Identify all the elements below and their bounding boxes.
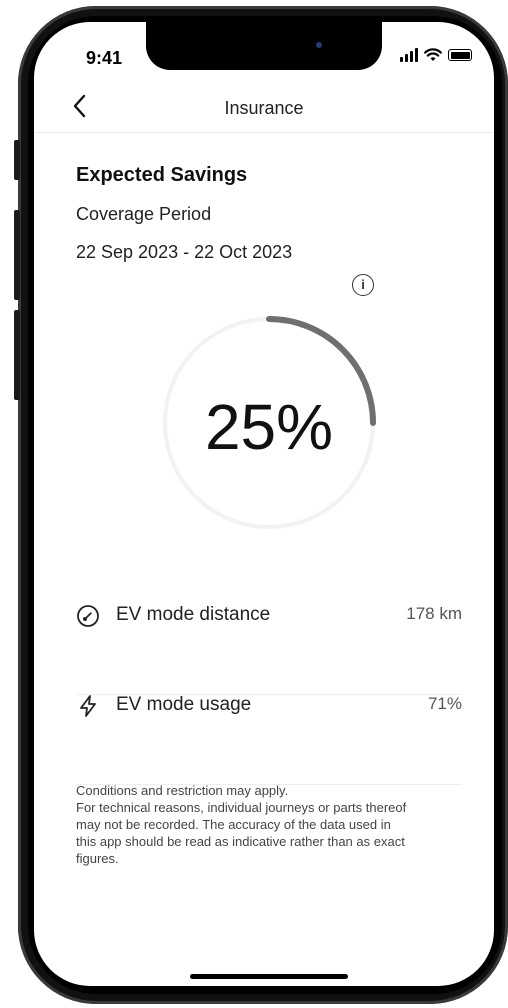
signal-icon <box>400 48 418 62</box>
lightning-icon <box>80 695 96 717</box>
status-icons <box>400 48 472 62</box>
metric-row-ev-usage: EV mode usage 71% <box>76 694 462 785</box>
volume-down-button <box>14 310 20 400</box>
battery-icon <box>448 49 472 61</box>
metric-row-ev-distance: EV mode distance 178 km <box>76 604 462 695</box>
disclaimer-line: Conditions and restriction may apply. <box>76 783 289 798</box>
page-title: Insurance <box>224 98 304 118</box>
metric-label: EV mode distance <box>116 604 271 625</box>
disclaimer-line: this app should be read as indicative ra… <box>76 834 405 849</box>
metric-value: 71% <box>427 694 462 713</box>
disclaimer: Conditions and restriction may apply. Fo… <box>76 782 466 867</box>
disclaimer-line: may not be recorded. The accuracy of the… <box>76 817 391 832</box>
mute-switch <box>14 140 20 180</box>
wifi-icon <box>424 48 442 61</box>
savings-percentage: 25% <box>204 391 334 463</box>
metric-label: EV mode usage <box>116 694 252 715</box>
coverage-period-label: Coverage Period <box>76 204 212 224</box>
status-time: 9:41 <box>86 48 123 68</box>
nav-bar: Insurance <box>34 86 494 133</box>
coverage-dates: 22 Sep 2023 - 22 Oct 2023 <box>76 242 293 262</box>
camera-dot <box>316 42 322 48</box>
expected-savings-title: Expected Savings <box>76 164 248 186</box>
notch <box>146 22 382 70</box>
info-icon[interactable]: i <box>352 274 374 296</box>
metric-value: 178 km <box>406 604 462 623</box>
disclaimer-line: figures. <box>76 851 119 866</box>
disclaimer-line: For technical reasons, individual journe… <box>76 800 407 815</box>
speedometer-icon <box>77 605 99 627</box>
volume-up-button <box>14 210 20 300</box>
app-screen: 9:41 Insurance Expected Savings Coverage… <box>34 22 494 986</box>
home-indicator[interactable] <box>190 974 348 979</box>
